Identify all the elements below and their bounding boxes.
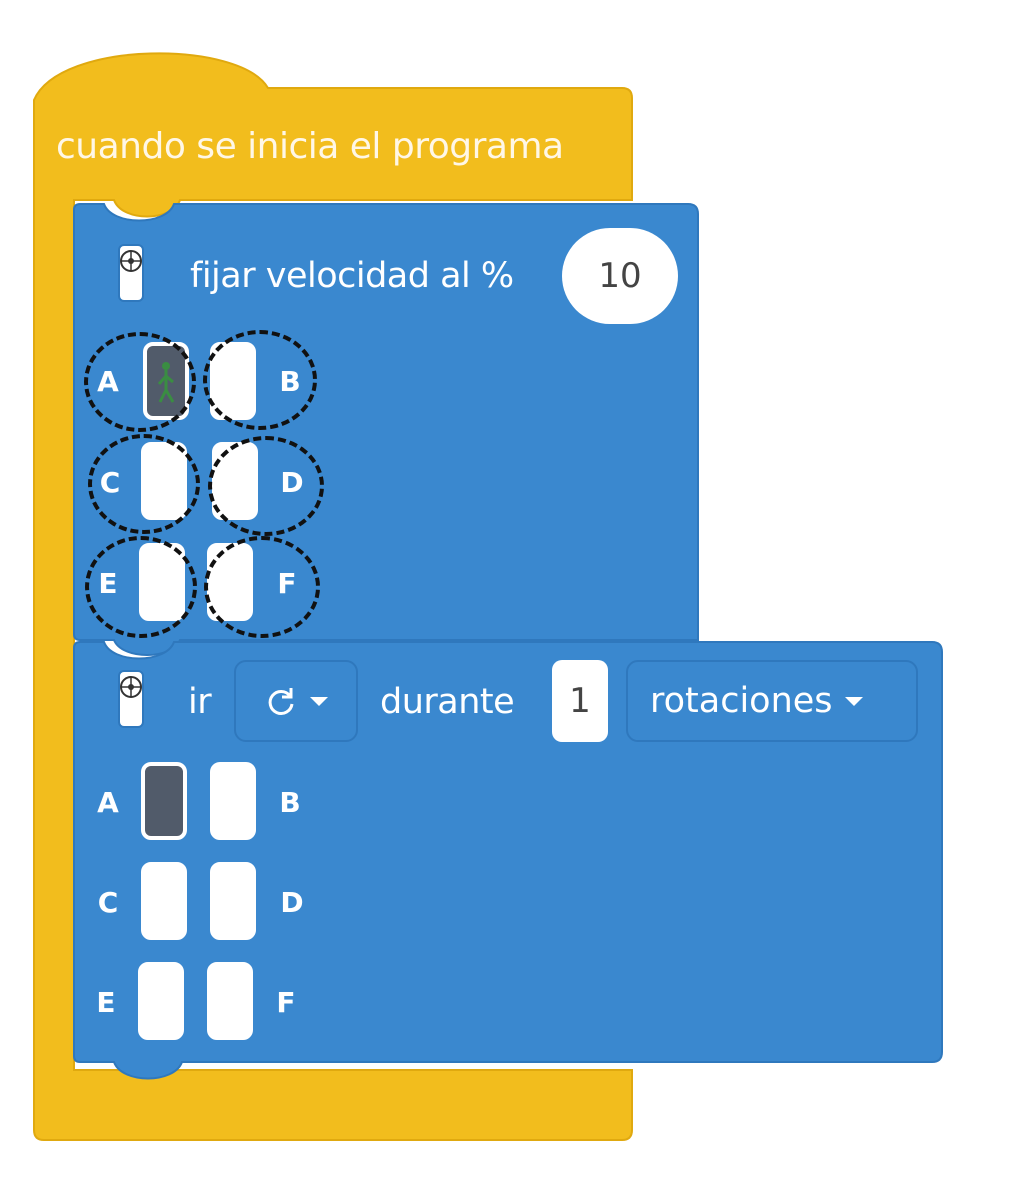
move-go-label: ir: [188, 682, 212, 722]
move-port-e[interactable]: [138, 962, 184, 1040]
move-port-letter-b: B: [279, 786, 301, 819]
move-port-f[interactable]: [207, 962, 253, 1040]
move-port-letter-e: E: [96, 986, 116, 1019]
dashed-highlight-d: [208, 436, 324, 536]
move-port-letter-c: C: [97, 886, 119, 919]
move-during-label: durante: [380, 682, 515, 722]
dashed-highlight-e: [85, 536, 197, 638]
unit-dropdown-label: rotaciones: [650, 681, 833, 721]
unit-dropdown[interactable]: rotaciones: [626, 660, 918, 742]
clockwise-arrow-icon: [268, 688, 294, 715]
direction-dropdown[interactable]: [234, 660, 358, 742]
move-port-c[interactable]: [141, 862, 187, 940]
motor-icon: [118, 244, 144, 302]
move-port-letter-d: D: [280, 886, 304, 919]
hat-block-label: cuando se inicia el programa: [56, 126, 564, 167]
block-canvas: cuando se inicia el programa fijar veloc…: [0, 0, 1015, 1178]
move-port-letter-f: F: [276, 986, 296, 1019]
move-port-letter-a: A: [97, 786, 119, 819]
move-port-a[interactable]: [141, 762, 187, 840]
move-port-d[interactable]: [210, 862, 256, 940]
dashed-highlight-c: [88, 434, 200, 534]
motor-icon: [118, 670, 144, 728]
dashed-highlight-f: [204, 536, 320, 638]
dashed-highlight-b: [203, 330, 317, 430]
rotation-amount-input[interactable]: 1: [552, 660, 608, 742]
move-port-b[interactable]: [210, 762, 256, 840]
dashed-highlight-a: [84, 332, 196, 432]
chevron-down-icon: [310, 696, 328, 706]
speed-value-input[interactable]: 10: [562, 228, 678, 324]
chevron-down-icon: [844, 696, 863, 706]
speed-block-label: fijar velocidad al %: [190, 256, 514, 296]
